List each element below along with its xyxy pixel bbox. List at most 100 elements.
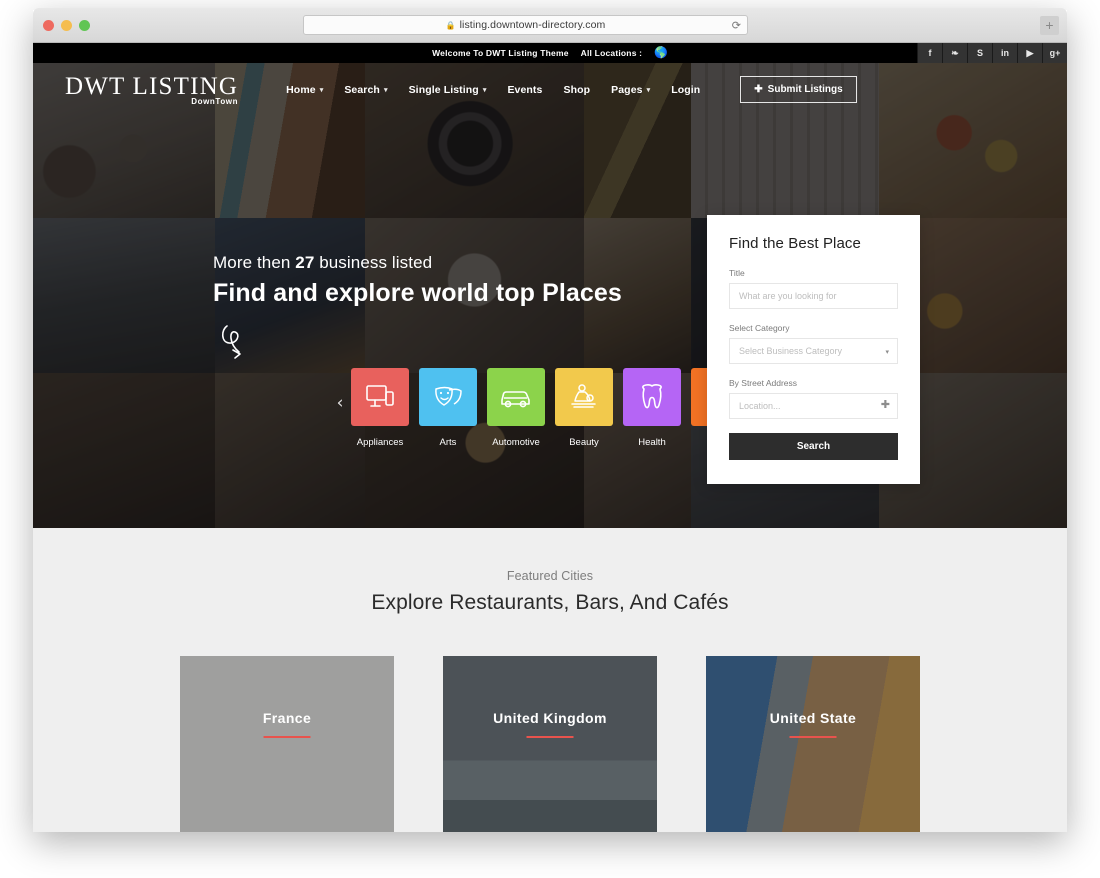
nav-item-single-listing[interactable]: Single Listing ▾: [409, 84, 487, 96]
search-panel: Find the Best Place Title What are you l…: [707, 215, 920, 484]
category-tile[interactable]: [351, 368, 409, 426]
accent-rule: [790, 736, 837, 738]
twitter-icon[interactable]: ❧: [942, 43, 967, 63]
category-select[interactable]: Select Business Category ▾: [729, 338, 898, 364]
category-tile[interactable]: [555, 368, 613, 426]
city-name: France: [180, 710, 394, 726]
category-list[interactable]: Appliances Arts: [351, 368, 749, 448]
category-health[interactable]: Health: [623, 368, 681, 448]
chevron-down-icon: ▾: [885, 348, 889, 356]
curved-down-arrow-icon: [219, 322, 622, 369]
category-automotive[interactable]: Automotive: [487, 368, 545, 448]
nav-label: Search: [344, 84, 380, 96]
nav-label: Pages: [611, 84, 642, 96]
city-name: United State: [706, 710, 920, 726]
chevron-down-icon: ▾: [384, 86, 388, 94]
nav-item-shop[interactable]: Shop: [563, 84, 590, 96]
chevron-down-icon: ▾: [483, 86, 487, 94]
window-controls[interactable]: [43, 20, 90, 31]
search-button[interactable]: Search: [729, 433, 898, 460]
facebook-icon[interactable]: f: [917, 43, 942, 63]
welcome-text: Welcome To DWT Listing Theme: [432, 48, 569, 58]
category-tile[interactable]: [487, 368, 545, 426]
category-tile[interactable]: [419, 368, 477, 426]
city-name: United Kingdom: [443, 710, 657, 726]
category-field-label: Select Category: [729, 323, 898, 333]
crosshair-icon[interactable]: ✚: [881, 400, 890, 411]
city-card-list: France 📍 4 Listings United Kingdom 📍 3 L…: [33, 656, 1067, 832]
hero-title: Find and explore world top Places: [213, 279, 622, 308]
skype-icon[interactable]: S: [967, 43, 992, 63]
featured-title: Explore Restaurants, Bars, And Cafés: [33, 591, 1067, 615]
nav-label: Shop: [563, 84, 590, 96]
hero-sub-before: More then: [213, 253, 295, 272]
nav-item-search[interactable]: Search ▾: [344, 84, 387, 96]
city-card-united-state[interactable]: United State 📍 9 Listings: [706, 656, 920, 832]
search-panel-title: Find the Best Place: [729, 235, 898, 252]
search-title-input[interactable]: What are you looking for: [729, 283, 898, 309]
category-label: Appliances: [357, 437, 403, 448]
topbar-content: Welcome To DWT Listing Theme All Locatio…: [432, 48, 668, 59]
new-tab-button[interactable]: +: [1040, 16, 1059, 35]
title-field-label: Title: [729, 268, 898, 278]
nav-item-events[interactable]: Events: [507, 84, 542, 96]
featured-cities-section: Featured Cities Explore Restaurants, Bar…: [33, 528, 1067, 832]
globe-icon[interactable]: 🌎: [654, 48, 668, 59]
city-overlay: [706, 656, 920, 832]
category-appliances[interactable]: Appliances: [351, 368, 409, 448]
site-header: DWT LISTING DownTown Home ▾ Search ▾ Sin…: [33, 63, 1067, 116]
city-card-united-kingdom[interactable]: United Kingdom 📍 3 Listings: [443, 656, 657, 832]
carousel-prev-icon[interactable]: ‹: [329, 393, 351, 413]
site-logo[interactable]: DWT LISTING DownTown: [65, 74, 238, 106]
top-announcement-bar: Welcome To DWT Listing Theme All Locatio…: [33, 43, 1067, 63]
youtube-icon[interactable]: ▶: [1017, 43, 1042, 63]
category-placeholder: Select Business Category: [739, 346, 842, 356]
nav-label: Single Listing: [409, 84, 479, 96]
chevron-down-icon: ▾: [320, 86, 324, 94]
page-viewport: Welcome To DWT Listing Theme All Locatio…: [33, 43, 1067, 832]
location-input[interactable]: Location... ✚: [729, 393, 898, 419]
nav-label: Home: [286, 84, 316, 96]
chevron-down-icon: ▾: [647, 86, 651, 94]
theatre-masks-icon: [432, 383, 464, 411]
nav-label: Login: [671, 84, 700, 96]
nav-label: Events: [507, 84, 542, 96]
accent-rule: [527, 736, 574, 738]
nav-item-home[interactable]: Home ▾: [286, 84, 323, 96]
address-bar[interactable]: 🔒 listing.downtown-directory.com ⟳: [303, 15, 748, 35]
address-field-label: By Street Address: [729, 378, 898, 388]
reload-icon[interactable]: ⟳: [732, 19, 741, 32]
monitor-devices-icon: [364, 383, 396, 411]
category-arts[interactable]: Arts: [419, 368, 477, 448]
hero-subtitle: More then 27 business listed: [213, 253, 622, 273]
submit-listings-button[interactable]: ✚ Submit Listings: [740, 76, 856, 103]
category-label: Arts: [440, 437, 457, 448]
linkedin-icon[interactable]: in: [992, 43, 1017, 63]
minimize-window-button[interactable]: [61, 20, 72, 31]
tooth-icon: [637, 382, 667, 412]
all-locations-label: All Locations :: [581, 48, 643, 58]
main-navigation[interactable]: Home ▾ Search ▾ Single Listing ▾ Events: [286, 76, 857, 103]
logo-title: DWT LISTING: [65, 74, 238, 99]
maximize-window-button[interactable]: [79, 20, 90, 31]
category-beauty[interactable]: Beauty: [555, 368, 613, 448]
city-card-france[interactable]: France 📍 4 Listings: [180, 656, 394, 832]
nav-item-pages[interactable]: Pages ▾: [611, 84, 650, 96]
hero-section: DWT LISTING DownTown Home ▾ Search ▾ Sin…: [33, 63, 1067, 528]
nav-item-login[interactable]: Login: [671, 84, 700, 96]
category-tile[interactable]: [623, 368, 681, 426]
close-window-button[interactable]: [43, 20, 54, 31]
googleplus-icon[interactable]: g+: [1042, 43, 1067, 63]
plus-icon: ✚: [754, 84, 762, 95]
social-links[interactable]: f ❧ S in ▶ g+: [917, 43, 1067, 63]
city-overlay: [180, 656, 394, 832]
featured-eyebrow: Featured Cities: [33, 569, 1067, 583]
hero-copy: More then 27 business listed Find and ex…: [213, 253, 622, 369]
city-overlay: [443, 656, 657, 832]
browser-window: 🔒 listing.downtown-directory.com ⟳ + Wel…: [33, 10, 1067, 832]
title-placeholder: What are you looking for: [739, 291, 837, 301]
location-placeholder: Location...: [739, 401, 781, 411]
category-label: Beauty: [569, 437, 599, 448]
hero-count: 27: [295, 253, 314, 272]
hero-sub-after: business listed: [314, 253, 432, 272]
